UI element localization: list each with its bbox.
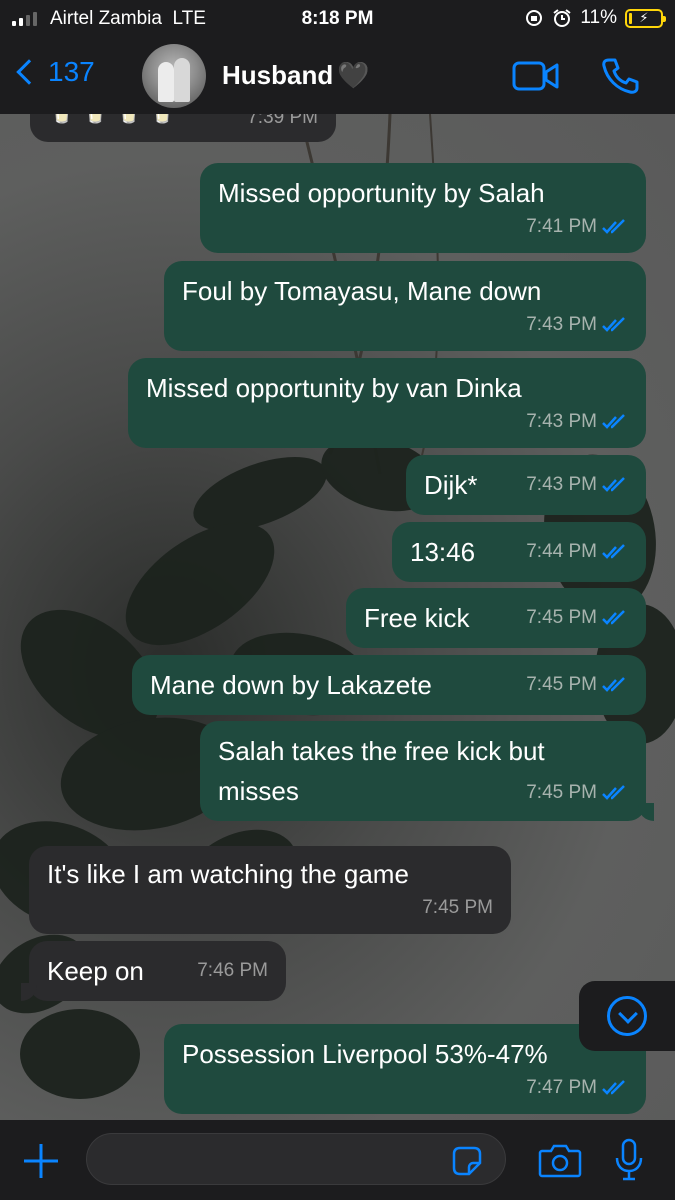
message-incoming[interactable]: It's like I am watching the game 7:45 PM <box>29 846 511 934</box>
message-time: 7:44 PM <box>526 541 597 562</box>
message-outgoing[interactable]: Missed opportunity by Salah 7:41 PM <box>200 163 646 253</box>
message-text: Possession Liverpool 53%-47% <box>182 1039 548 1069</box>
read-receipt-icon <box>602 544 625 559</box>
status-bar: Airtel Zambia LTE 8:18 PM 11% ⚡ <box>0 0 675 40</box>
unread-count: 137 <box>48 56 95 87</box>
message-incoming[interactable]: 🥛 🥛 🥛 🥛 7:39 PM <box>30 114 336 142</box>
message-text: It's like I am watching the game <box>47 859 409 889</box>
message-text: Missed opportunity by Salah <box>218 178 545 208</box>
message-meta: 7:43 PM <box>526 465 628 505</box>
message-outgoing[interactable]: Foul by Tomayasu, Mane down 7:43 PM <box>164 261 646 351</box>
contact-title[interactable]: Husband 🖤 <box>222 60 370 91</box>
scroll-to-bottom-button[interactable] <box>579 981 675 1051</box>
avatar-figure <box>158 62 174 102</box>
message-outgoing[interactable]: Free kick 7:45 PM <box>346 588 646 648</box>
message-outgoing[interactable]: Mane down by Lakazete 7:45 PM <box>132 655 646 715</box>
avatar[interactable] <box>142 44 206 108</box>
plus-icon[interactable] <box>22 1142 60 1180</box>
message-outgoing[interactable]: Missed opportunity by van Dinka 7:43 PM <box>128 358 646 448</box>
message-text: Missed opportunity by van Dinka <box>146 373 522 403</box>
chevron-down-icon <box>607 996 647 1036</box>
message-outgoing[interactable]: 13:46 7:44 PM <box>392 522 646 582</box>
back-button[interactable]: 137 <box>12 56 95 88</box>
read-receipt-icon <box>602 219 625 234</box>
message-incoming[interactable]: Keep on 7:46 PM <box>21 941 286 1001</box>
message-time: 7:41 PM <box>526 216 597 237</box>
message-meta: 7:46 PM <box>197 951 268 991</box>
read-receipt-icon <box>602 677 625 692</box>
status-right: 11% ⚡ <box>524 7 666 29</box>
message-text: Free kick <box>364 603 470 633</box>
alarm-icon <box>553 9 571 27</box>
orientation-lock-icon <box>526 10 543 26</box>
message-outgoing[interactable]: Dijk* 7:43 PM <box>406 455 646 515</box>
sticker-icon[interactable] <box>452 1146 482 1176</box>
read-receipt-icon <box>602 1080 625 1095</box>
message-text: Salah takes the free kick but misses <box>218 736 545 806</box>
message-meta: 7:43 PM <box>526 305 628 345</box>
message-time: 7:39 PM <box>247 114 318 128</box>
message-time: 7:45 PM <box>422 897 493 918</box>
message-time: 7:43 PM <box>526 474 597 495</box>
contact-name: Husband <box>222 60 334 90</box>
message-time: 7:43 PM <box>526 411 597 432</box>
message-text: Mane down by Lakazete <box>150 670 432 700</box>
message-meta: 7:45 PM <box>422 888 493 928</box>
message-input-bar <box>0 1120 675 1200</box>
message-input[interactable] <box>86 1133 506 1185</box>
message-meta: 7:41 PM <box>526 207 628 247</box>
phone-icon[interactable] <box>600 56 640 96</box>
message-time: 7:47 PM <box>526 1077 597 1098</box>
message-time: 7:45 PM <box>526 782 597 803</box>
chevron-left-icon <box>16 59 42 85</box>
message-time: 7:46 PM <box>197 960 268 981</box>
message-meta: 7:43 PM <box>526 402 628 442</box>
message-text: Dijk* <box>424 470 478 500</box>
message-time: 7:45 PM <box>526 674 597 695</box>
message-meta: 7:45 PM <box>526 665 628 705</box>
message-meta: 7:45 PM <box>526 773 628 813</box>
read-receipt-icon <box>602 477 625 492</box>
message-text: Foul by Tomayasu, Mane down <box>182 276 542 306</box>
read-receipt-icon <box>602 610 625 625</box>
message-meta: 7:39 PM <box>247 114 318 138</box>
message-time: 7:45 PM <box>526 607 597 628</box>
chat-area[interactable]: 🥛 🥛 🥛 🥛 7:39 PM Missed opportunity by Sa… <box>0 114 675 1120</box>
read-receipt-icon <box>602 317 625 332</box>
message-outgoing[interactable]: Possession Liverpool 53%-47% 7:47 PM <box>164 1024 646 1114</box>
message-time: 7:43 PM <box>526 314 597 335</box>
message-outgoing[interactable]: Salah takes the free kick but misses 7:4… <box>200 721 654 821</box>
camera-icon[interactable] <box>538 1142 582 1178</box>
video-call-icon[interactable] <box>512 60 560 92</box>
battery-icon: ⚡ <box>625 8 666 28</box>
read-receipt-icon <box>602 414 625 429</box>
message-text: 13:46 <box>410 537 476 567</box>
charging-bolt-icon: ⚡ <box>639 10 649 25</box>
message-meta: 7:45 PM <box>526 598 628 638</box>
black-heart-emoji: 🖤 <box>337 60 370 91</box>
chat-header: 137 Husband 🖤 <box>0 40 675 114</box>
message-text: 🥛 🥛 🥛 🥛 <box>48 114 176 132</box>
message-meta: 7:44 PM <box>526 532 628 572</box>
battery-percent: 11% <box>580 7 617 28</box>
microphone-icon[interactable] <box>614 1138 644 1182</box>
avatar-figure <box>174 58 190 102</box>
battery-level-fill <box>629 12 632 24</box>
message-meta: 7:47 PM <box>526 1068 628 1108</box>
read-receipt-icon <box>602 785 625 800</box>
message-text: Keep on <box>47 956 144 986</box>
